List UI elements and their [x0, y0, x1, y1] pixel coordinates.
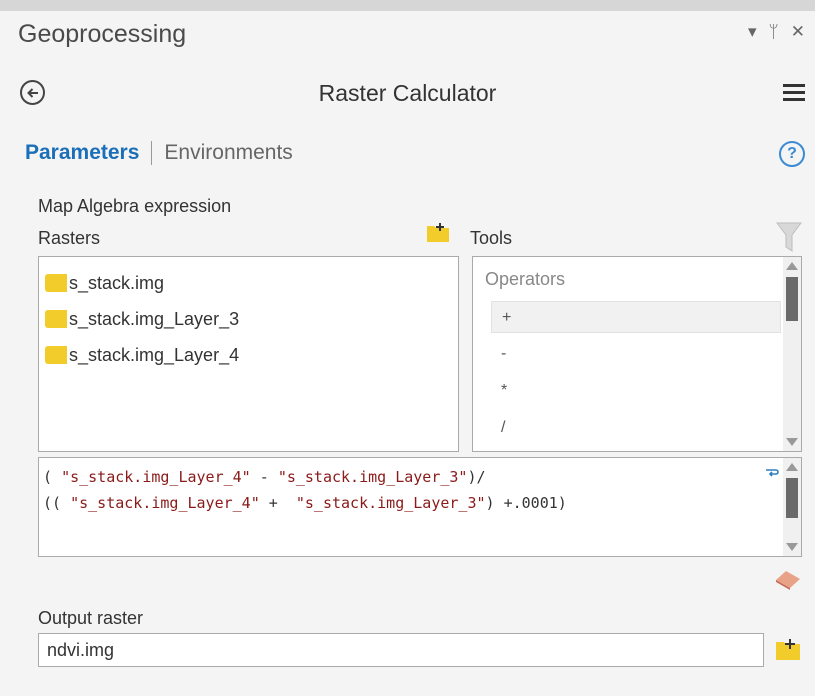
- operators-heading: Operators: [485, 269, 566, 289]
- raster-layer-icon: [45, 310, 67, 328]
- tab-parameters[interactable]: Parameters: [25, 141, 139, 165]
- output-raster-label: Output raster: [38, 608, 144, 628]
- tools-scrollbar[interactable]: [783, 257, 801, 451]
- tab-divider: [151, 141, 153, 165]
- browse-folder-icon[interactable]: [776, 636, 800, 660]
- pin-icon[interactable]: ᛘ: [769, 22, 779, 42]
- rasters-list[interactable]: s_stack.img s_stack.img_Layer_3 s_stack.…: [38, 256, 459, 452]
- raster-item[interactable]: s_stack.img: [39, 265, 458, 301]
- operator-minus[interactable]: -: [491, 338, 781, 370]
- scroll-down-icon[interactable]: [786, 543, 798, 551]
- output-raster-input[interactable]: [38, 633, 764, 667]
- raster-item[interactable]: s_stack.img_Layer_3: [39, 301, 458, 337]
- operator-multiply[interactable]: *: [491, 375, 781, 407]
- filter-icon[interactable]: [776, 222, 802, 252]
- raster-item[interactable]: s_stack.img_Layer_4: [39, 337, 458, 373]
- wrap-icon[interactable]: [765, 466, 779, 482]
- map-algebra-label: Map Algebra expression: [38, 196, 232, 216]
- expression-editor[interactable]: ( "s_stack.img_Layer_4" - "s_stack.img_L…: [38, 457, 802, 557]
- tools-label: Tools: [470, 228, 513, 248]
- scroll-down-icon[interactable]: [786, 438, 798, 446]
- top-band: [0, 0, 815, 11]
- scroll-up-icon[interactable]: [786, 262, 798, 270]
- expression-text[interactable]: ( "s_stack.img_Layer_4" - "s_stack.img_L…: [43, 464, 758, 516]
- raster-layer-icon: [45, 346, 67, 364]
- scroll-thumb[interactable]: [786, 478, 798, 518]
- pane-title: Geoprocessing: [18, 20, 187, 48]
- eraser-icon[interactable]: [774, 568, 802, 590]
- add-raster-icon[interactable]: [427, 222, 449, 242]
- tab-environments[interactable]: Environments: [164, 141, 292, 165]
- scroll-up-icon[interactable]: [786, 463, 798, 471]
- help-icon[interactable]: ?: [779, 141, 805, 167]
- close-icon[interactable]: ✕: [791, 22, 805, 42]
- rasters-label: Rasters: [38, 228, 101, 248]
- operator-divide[interactable]: /: [491, 412, 781, 444]
- raster-item-label: s_stack.img_Layer_3: [69, 308, 240, 329]
- raster-item-label: s_stack.img: [69, 272, 165, 293]
- pane-controls: ▾ ᛘ ✕: [748, 22, 805, 42]
- tab-bar: Parameters Environments: [25, 141, 293, 165]
- tool-title: Raster Calculator: [318, 80, 497, 106]
- raster-item-label: s_stack.img_Layer_4: [69, 344, 240, 365]
- raster-layer-icon: [45, 274, 67, 292]
- dropdown-icon[interactable]: ▾: [748, 22, 757, 42]
- menu-icon[interactable]: [783, 84, 805, 105]
- operator-plus[interactable]: +: [491, 301, 781, 333]
- tools-list[interactable]: Operators + - * /: [472, 256, 802, 452]
- expression-scrollbar[interactable]: [783, 458, 801, 556]
- scroll-thumb[interactable]: [786, 277, 798, 321]
